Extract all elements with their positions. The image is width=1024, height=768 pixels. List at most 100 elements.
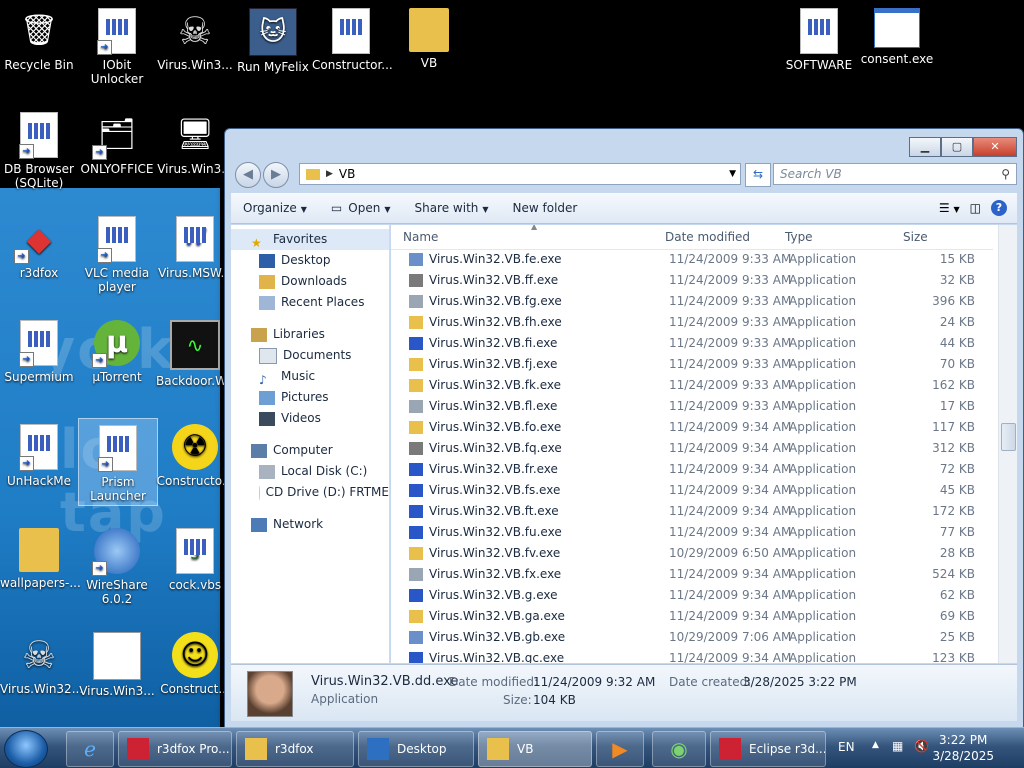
preview-pane-icon[interactable]: ◫ <box>970 201 981 215</box>
language-indicator[interactable]: EN <box>838 740 855 754</box>
desktop-icon-constructor-2[interactable]: ☢ Constructo... <box>156 418 234 488</box>
taskbar-item-r3dfox-folder[interactable]: r3dfox <box>236 731 354 767</box>
desktop-icon-constructor[interactable]: Constructor... <box>312 2 393 72</box>
desktop-icon-vb-folder[interactable]: VB <box>390 2 468 70</box>
chevron-down-icon[interactable]: ▼ <box>729 169 736 179</box>
table-row[interactable]: Virus.Win32.VB.gc.exe 11/24/2009 9:34 AM A… <box>391 648 993 663</box>
desktop-icon-virus-4[interactable]: Virus.Win3... <box>78 626 156 698</box>
show-hidden-icons-icon[interactable]: ▲ <box>872 740 879 750</box>
nav-music[interactable]: ♪ Music <box>231 366 389 387</box>
table-row[interactable]: Virus.Win32.VB.fg.exe 11/24/2009 9:33 AM A… <box>391 291 993 312</box>
address-bar[interactable]: ▶ VB ▼ <box>299 163 741 185</box>
title-bar[interactable]: ▁ ▢ ✕ <box>225 129 1023 161</box>
vertical-scrollbar[interactable] <box>998 225 1017 663</box>
taskbar-item-vb[interactable]: VB <box>478 731 592 767</box>
desktop-icon-virus-msw[interactable]: W Virus.MSW... <box>156 210 234 280</box>
nav-documents[interactable]: Documents <box>231 345 389 366</box>
desktop-icon-vlc[interactable]: VLC media player <box>78 210 156 294</box>
desktop-icon-r3dfox[interactable]: ◆ r3dfox <box>0 210 78 280</box>
nav-cd-drive[interactable]: CD Drive (D:) FRTME <box>231 482 389 503</box>
table-row[interactable]: Virus.Win32.VB.fi.exe 11/24/2009 9:33 AM A… <box>391 333 993 354</box>
view-options-icon[interactable]: ☰ ▼ <box>939 201 960 215</box>
desktop-icon-run-myfelix[interactable]: 🐱 Run MyFelix <box>234 2 312 74</box>
start-button[interactable] <box>4 730 48 768</box>
desktop-icon-prism-launcher[interactable]: Prism Launcher <box>78 418 158 506</box>
desktop-icon-unhackme[interactable]: UnHackMe <box>0 418 78 488</box>
table-row[interactable]: Virus.Win32.VB.fk.exe 11/24/2009 9:33 AM A… <box>391 375 993 396</box>
desktop-icon-virus-2[interactable]: 🖥 Virus.Win3... <box>156 106 234 177</box>
desktop-icon-onlyoffice[interactable]: 🗂 ONLYOFFICE <box>78 106 156 177</box>
table-row[interactable]: Virus.Win32.VB.fj.exe 11/24/2009 9:33 AM A… <box>391 354 993 375</box>
clock[interactable]: 3:22 PM 3/28/2025 <box>932 732 994 764</box>
desktop-icon-wallpapers[interactable]: wallpapers-... <box>0 522 81 590</box>
table-row[interactable]: Virus.Win32.VB.fv.exe 10/29/2009 6:50 AM A… <box>391 543 993 564</box>
nav-pictures[interactable]: Pictures <box>231 387 389 408</box>
nav-desktop[interactable]: Desktop <box>231 250 389 271</box>
network-tray-icon[interactable]: ▦ <box>892 739 903 753</box>
scrollbar-thumb[interactable] <box>1001 423 1016 451</box>
new-folder-button[interactable]: New folder <box>501 201 590 215</box>
desktop-icon-recycle-bin[interactable]: 🗑 Recycle Bin <box>0 2 78 73</box>
table-row[interactable]: Virus.Win32.VB.fl.exe 11/24/2009 9:33 AM A… <box>391 396 993 417</box>
nav-libraries[interactable]: Libraries <box>231 324 389 345</box>
breadcrumb[interactable]: VB <box>339 167 355 181</box>
desktop-icon-construct-3[interactable]: ☺ Construct... <box>156 626 234 696</box>
back-button[interactable]: ◀ <box>235 162 261 188</box>
table-row[interactable]: Virus.Win32.VB.ga.exe 11/24/2009 9:34 AM A… <box>391 606 993 627</box>
organize-button[interactable]: Organize ▼ <box>231 201 319 215</box>
table-row[interactable]: Virus.Win32.VB.fu.exe 11/24/2009 9:34 AM A… <box>391 522 993 543</box>
volume-muted-icon[interactable]: 🔇 <box>914 739 929 753</box>
table-row[interactable]: Virus.Win32.VB.fq.exe 11/24/2009 9:34 AM A… <box>391 438 993 459</box>
open-button[interactable]: ▭ Open ▼ <box>319 201 403 215</box>
close-button[interactable]: ✕ <box>973 137 1017 157</box>
nav-network[interactable]: Network <box>231 514 389 535</box>
minimize-button[interactable]: ▁ <box>909 137 941 157</box>
search-input[interactable]: Search VB ⚲ <box>773 163 1017 185</box>
breadcrumb-arrow-icon[interactable]: ▶ <box>326 169 333 179</box>
share-with-button[interactable]: Share with ▼ <box>402 201 500 215</box>
media-player-icon[interactable]: ▶ <box>596 731 644 767</box>
column-date-modified[interactable]: Date modified <box>665 230 750 244</box>
column-type[interactable]: Type <box>785 230 813 244</box>
desktop-icon-utorrent[interactable]: µ µTorrent <box>78 314 156 384</box>
nav-local-disk[interactable]: Local Disk (C:) <box>231 461 389 482</box>
desktop-icon-supermium[interactable]: Supermium <box>0 314 78 384</box>
table-row[interactable]: Virus.Win32.VB.g.exe 11/24/2009 9:34 AM Ap… <box>391 585 993 606</box>
table-row[interactable]: Virus.Win32.VB.fh.exe 11/24/2009 9:33 AM A… <box>391 312 993 333</box>
table-row[interactable]: Virus.Win32.VB.ff.exe 11/24/2009 9:33 AM A… <box>391 270 993 291</box>
table-row[interactable]: Virus.Win32.VB.fx.exe 11/24/2009 9:34 AM A… <box>391 564 993 585</box>
desktop-icon-iobit-unlocker[interactable]: IObit Unlocker <box>78 2 156 86</box>
file-type: Application <box>789 399 857 413</box>
desktop-icon-consent[interactable]: consent.exe <box>858 2 936 66</box>
browser-globe-icon[interactable]: ◉ <box>652 731 706 767</box>
desktop-icon-cock-vbs[interactable]: § cock.vbs <box>156 522 234 592</box>
desktop-icon-virus-3[interactable]: ☠ Virus.Win32... <box>0 626 83 696</box>
taskbar-item-eclipse[interactable]: Eclipse r3d... <box>710 731 826 767</box>
refresh-button[interactable]: ⇆ <box>745 163 771 187</box>
forward-button[interactable]: ▶ <box>263 162 289 188</box>
desktop-icon-backdoor[interactable]: ∿ Backdoor.W... <box>156 314 237 388</box>
taskbar-item-desktop[interactable]: Desktop <box>358 731 474 767</box>
desktop-icon-virus[interactable]: ☠ Virus.Win3... <box>156 2 234 72</box>
table-row[interactable]: Virus.Win32.VB.gb.exe 10/29/2009 7:06 AM A… <box>391 627 993 648</box>
internet-explorer-icon[interactable]: ℯ <box>66 731 114 767</box>
column-size[interactable]: Size <box>903 230 928 244</box>
table-row[interactable]: Virus.Win32.VB.fo.exe 11/24/2009 9:34 AM A… <box>391 417 993 438</box>
table-row[interactable]: Virus.Win32.VB.fr.exe 11/24/2009 9:34 AM A… <box>391 459 993 480</box>
taskbar-item-r3dfox-pro[interactable]: r3dfox Pro... <box>118 731 232 767</box>
maximize-button[interactable]: ▢ <box>941 137 973 157</box>
nav-recent-places[interactable]: Recent Places <box>231 292 389 313</box>
desktop-icon-db-browser[interactable]: DB Browser (SQLite) <box>0 106 78 190</box>
nav-computer[interactable]: Computer <box>231 440 389 461</box>
nav-downloads[interactable]: Downloads <box>231 271 389 292</box>
column-name[interactable]: Name <box>403 230 438 244</box>
search-icon[interactable]: ⚲ <box>1001 164 1010 184</box>
nav-videos[interactable]: Videos <box>231 408 389 429</box>
help-icon[interactable]: ? <box>991 200 1007 216</box>
table-row[interactable]: Virus.Win32.VB.fs.exe 11/24/2009 9:34 AM A… <box>391 480 993 501</box>
table-row[interactable]: Virus.Win32.VB.fe.exe 11/24/2009 9:33 AM A… <box>391 249 993 270</box>
table-row[interactable]: Virus.Win32.VB.ft.exe 11/24/2009 9:34 AM A… <box>391 501 993 522</box>
nav-favorites[interactable]: ★ Favorites <box>231 229 389 250</box>
desktop-icon-wireshare[interactable]: WireShare 6.0.2 <box>78 522 156 606</box>
desktop-icon-software[interactable]: SOFTWARE <box>780 2 858 72</box>
